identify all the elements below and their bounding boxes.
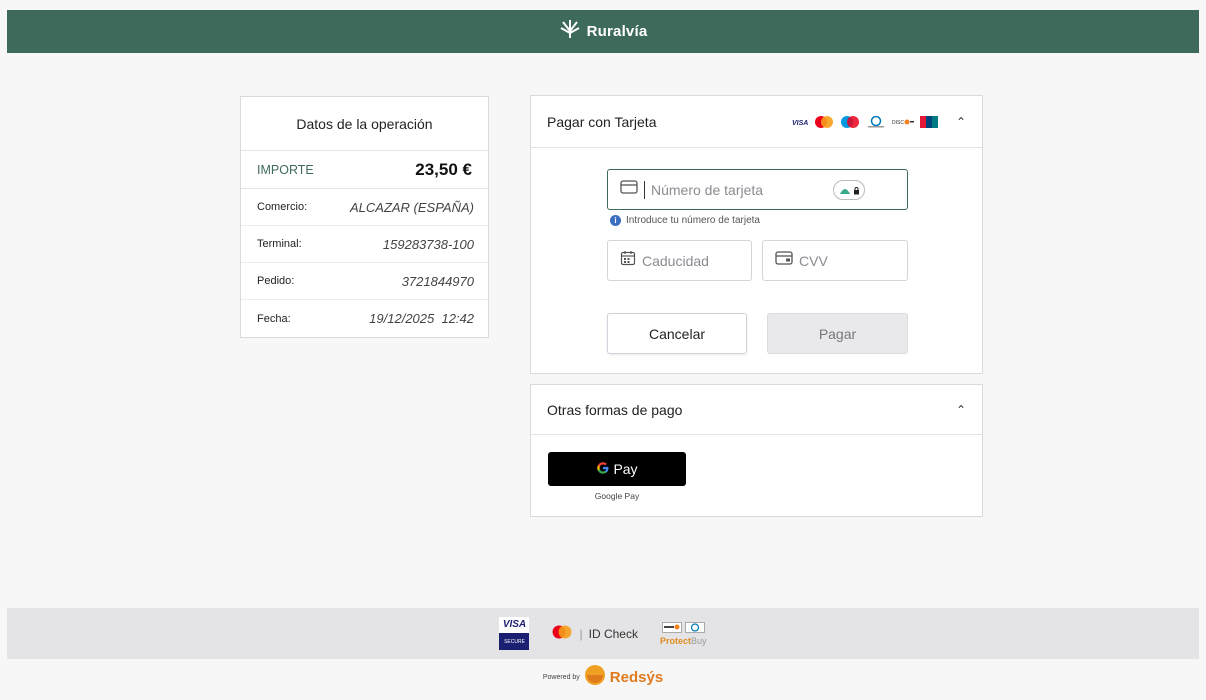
powered-by-text: Powered by [542, 674, 580, 681]
google-pay-label: Google Pay [594, 491, 640, 501]
date-value: 19/12/2025 12:42 [369, 311, 474, 326]
diners-mini-icon [684, 621, 705, 633]
terminal-value: 159283738-100 [382, 236, 474, 252]
powered-by-redsys: Powered by Redsýs [0, 664, 1206, 691]
maestro-logo-icon [840, 115, 860, 128]
expiry-input[interactable]: Caducidad [607, 240, 752, 281]
mastercard-id-check: | ID Check [551, 625, 638, 642]
other-methods-header[interactable]: Otras formas de pago ⌃ [531, 385, 982, 435]
redsys-name: Redsýs [609, 669, 664, 686]
mastercard-logo-icon [551, 625, 573, 642]
card-payment-header[interactable]: Pagar con Tarjeta VISA DISC ⌃ [531, 96, 982, 148]
merchant-row: Comercio: ALCAZAR (ESPAÑA) [241, 189, 488, 226]
discover-logo-icon: DISC [892, 116, 914, 128]
google-pay-button[interactable]: Pay [548, 452, 686, 486]
google-g-icon [596, 461, 610, 478]
unionpay-logo-icon [919, 115, 938, 128]
card-number-hint: i Introduce tu número de tarjeta [610, 215, 760, 226]
credit-card-icon [620, 180, 638, 199]
card-payment-panel: Pagar con Tarjeta VISA DISC ⌃ Número de … [530, 95, 983, 374]
google-pay-button-text: Pay [613, 461, 638, 477]
visa-secure-top: VISA [502, 619, 527, 630]
operation-details-panel: Datos de la operación IMPORTE 23,50 € Co… [240, 96, 489, 338]
protect-text: Protect [659, 635, 691, 646]
order-row: Pedido: 3721844970 [241, 263, 488, 300]
card-payment-title: Pagar con Tarjeta [547, 113, 657, 130]
operation-details-title: Datos de la operación [241, 97, 488, 151]
cvv-placeholder: CVV [799, 252, 828, 269]
top-header: Ruralvía [7, 10, 1199, 53]
order-value: 3721844970 [401, 273, 474, 289]
card-brands: VISA DISC ⌃ [792, 115, 966, 129]
svg-text:DISC: DISC [892, 120, 904, 126]
calendar-icon [620, 250, 636, 271]
protect-buy-logo: ProtectBuy [660, 621, 707, 646]
redsys-logo-icon [584, 664, 606, 691]
diners-logo-icon [866, 115, 886, 128]
buy-text: Buy [690, 635, 707, 646]
chevron-up-icon[interactable]: ⌃ [956, 115, 966, 129]
visa-secure-logo-icon: VISA SECURE [499, 617, 530, 650]
card-number-input[interactable]: Número de tarjeta [607, 169, 908, 210]
cvv-card-icon [775, 251, 793, 270]
chevron-up-icon[interactable]: ⌃ [956, 403, 966, 417]
terminal-row: Terminal: 159283738-100 [241, 226, 488, 263]
other-methods-panel: Otras formas de pago ⌃ Pay Google Pay [530, 384, 983, 517]
secure-badge-icon [833, 180, 865, 200]
amount-label: IMPORTE [257, 162, 314, 177]
other-methods-title: Otras formas de pago [547, 401, 683, 418]
discover-mini-icon [661, 621, 682, 633]
svg-text:VISA: VISA [792, 120, 808, 126]
card-number-placeholder: Número de tarjeta [651, 181, 764, 198]
text-cursor [644, 180, 645, 199]
amount-row: IMPORTE 23,50 € [241, 151, 488, 189]
card-number-hint-text: Introduce tu número de tarjeta [626, 215, 760, 226]
ruralvia-logo-icon [559, 19, 581, 44]
merchant-label: Comercio: [257, 201, 308, 213]
amount-value: 23,50 € [415, 159, 472, 179]
date-row: Fecha: 19/12/2025 12:42 [241, 300, 488, 337]
cvv-input[interactable]: CVV [762, 240, 908, 281]
cancel-button[interactable]: Cancelar [607, 313, 747, 354]
protect-buy-text: ProtectBuy [660, 636, 707, 646]
date-label: Fecha: [257, 312, 291, 325]
merchant-value: ALCAZAR (ESPAÑA) [349, 199, 474, 215]
order-label: Pedido: [257, 275, 295, 287]
pay-button[interactable]: Pagar [767, 313, 908, 354]
brand-name: Ruralvía [586, 23, 648, 40]
info-icon: i [610, 215, 621, 226]
visa-logo-icon: VISA [792, 116, 808, 128]
terminal-label: Terminal: [257, 238, 302, 250]
id-check-text: ID Check [588, 626, 638, 641]
expiry-placeholder: Caducidad [642, 252, 709, 269]
security-logos-bar: VISA SECURE | ID Check ProtectBuy [7, 608, 1199, 659]
mastercard-logo-icon [814, 115, 834, 128]
separator: | [579, 626, 583, 641]
visa-secure-bottom: SECURE [499, 633, 530, 650]
